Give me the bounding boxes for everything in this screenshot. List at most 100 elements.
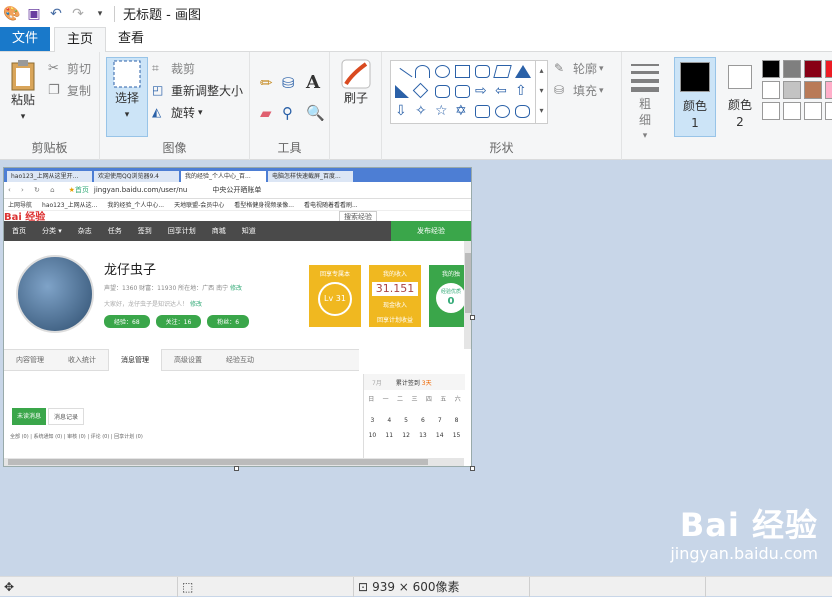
content-tab[interactable]: 高级设置 — [162, 349, 214, 371]
palette-color-swatch[interactable] — [783, 81, 801, 99]
site-nav-item[interactable]: 任务 — [100, 226, 130, 236]
palette-color-swatch[interactable] — [762, 60, 780, 78]
undo-icon[interactable]: ↶ — [46, 4, 66, 24]
right-triangle-shape-icon[interactable] — [395, 85, 409, 98]
six-point-star-icon[interactable]: ✡ — [455, 104, 470, 118]
publish-button[interactable]: 发布经验 — [391, 221, 471, 241]
diamond-shape-icon[interactable] — [412, 82, 429, 99]
color1-button[interactable]: 颜色 1 — [674, 57, 716, 137]
resize-handle-corner[interactable] — [470, 466, 475, 471]
palette-color-swatch[interactable] — [783, 60, 801, 78]
left-arrow-shape-icon[interactable]: ⇦ — [495, 84, 510, 98]
site-nav-item[interactable]: 签到 — [130, 226, 160, 236]
profile-pill[interactable]: 粉丝：6 — [207, 315, 250, 328]
site-nav-item[interactable]: 分类 ▾ — [34, 226, 70, 236]
five-point-star-icon[interactable]: ☆ — [435, 104, 450, 118]
pentagon-shape-icon[interactable] — [435, 85, 450, 98]
palette-color-swatch[interactable] — [804, 60, 822, 78]
up-arrow-shape-icon[interactable]: ⇧ — [515, 84, 530, 98]
browser-scrollbar[interactable] — [464, 241, 471, 349]
palette-color-swatch[interactable] — [762, 102, 780, 120]
rectangle-shape-icon[interactable] — [455, 65, 470, 78]
avatar[interactable] — [16, 255, 94, 333]
hexagon-shape-icon[interactable] — [455, 85, 470, 98]
shapes-gallery[interactable]: ⇨ ⇦ ⇧ ⇩ ✧ ☆ ✡ ▴ ▾ ▾ — [390, 60, 548, 124]
unread-messages-tab[interactable]: 未读消息 — [12, 408, 47, 425]
scroll-thumb[interactable] — [8, 459, 428, 465]
quick-access-dropdown-icon[interactable]: ▾ — [90, 4, 110, 24]
eraser-icon[interactable]: ▰ — [260, 104, 272, 122]
bookmark-item[interactable]: hao123_上网从这... — [42, 200, 97, 209]
palette-color-swatch[interactable] — [825, 81, 832, 99]
browser-url[interactable]: jingyan.baidu.com/user/nu — [94, 186, 187, 194]
bookmark-item[interactable]: 我的经验_个人中心... — [107, 200, 164, 209]
browser-nav-icons[interactable]: ‹ › ↻ ⌂ — [8, 186, 59, 194]
site-nav-item[interactable]: 杂志 — [70, 226, 100, 236]
cloud-callout-shape-icon[interactable] — [515, 105, 530, 118]
resize-handle-right[interactable] — [470, 315, 475, 320]
resize-button[interactable]: ◰ 重新调整大小 — [152, 82, 243, 99]
palette-color-swatch[interactable] — [804, 102, 822, 120]
fill-button[interactable]: ⛁ 填充 ▾ — [554, 82, 604, 99]
size-button[interactable]: 粗细 ▾ — [626, 60, 664, 145]
resize-handle-bottom[interactable] — [234, 466, 239, 471]
color2-button[interactable]: 颜色 2 — [720, 57, 760, 137]
rounded-rectangle-shape-icon[interactable] — [475, 65, 490, 78]
level-card[interactable]: 回享专属本 Lv 31 — [309, 265, 361, 327]
palette-color-swatch[interactable] — [783, 102, 801, 120]
site-nav-item[interactable]: 回享计划 — [160, 226, 204, 236]
site-nav-item[interactable]: 首页 — [4, 226, 34, 236]
palette-color-swatch[interactable] — [825, 102, 832, 120]
content-tab[interactable]: 收入统计 — [56, 349, 108, 371]
palette-color-swatch[interactable] — [804, 81, 822, 99]
color-picker-icon[interactable]: ⚲ — [282, 104, 293, 122]
brushes-button[interactable]: 刷子 — [336, 58, 376, 107]
fill-bucket-icon[interactable]: ⛁ — [282, 74, 295, 92]
browser-tab[interactable]: hao123_上网从这里开... — [7, 171, 92, 182]
save-icon[interactable]: ▣ — [24, 4, 44, 24]
paste-button[interactable]: 粘贴 ▾ — [4, 58, 42, 136]
palette-color-swatch[interactable] — [825, 60, 832, 78]
message-filter[interactable]: 全部 (0) | 系统通知 (0) | 审核 (0) | 评论 (0) | 回享… — [10, 433, 143, 440]
oval-callout-shape-icon[interactable] — [495, 105, 510, 118]
text-tool-icon[interactable]: A — [306, 72, 320, 93]
tab-file[interactable]: 文件 — [0, 27, 50, 51]
rect-callout-shape-icon[interactable] — [475, 105, 490, 118]
browser-tab[interactable]: 欢迎使用QQ浏览器9.4 — [94, 171, 179, 182]
shapes-scroll[interactable]: ▴ ▾ ▾ — [535, 61, 547, 123]
tab-home[interactable]: 主页 — [54, 27, 107, 53]
cut-button[interactable]: ✂ 剪切 — [48, 60, 91, 77]
curve-shape-icon[interactable] — [415, 65, 430, 78]
rotate-button[interactable]: ◭ 旋转 ▾ — [152, 104, 203, 121]
bookmark-item[interactable]: 天地联盟-会员中心 — [174, 200, 224, 209]
content-tab[interactable]: 消息管理 — [108, 349, 162, 371]
down-arrow-shape-icon[interactable]: ⇩ — [395, 104, 410, 118]
copy-button[interactable]: ❐ 复制 — [48, 82, 91, 99]
profile-pill[interactable]: 关注：16 — [155, 315, 202, 328]
content-tab[interactable]: 经验互动 — [214, 349, 266, 371]
magnifier-icon[interactable]: 🔍 — [306, 104, 325, 122]
redo-icon[interactable]: ↷ — [68, 4, 88, 24]
bookmark-item[interactable]: 看型格健身视频录像... — [234, 200, 294, 209]
outline-button[interactable]: ✎ 轮廓 ▾ — [554, 60, 604, 77]
palette-color-swatch[interactable] — [762, 81, 780, 99]
horizontal-scrollbar[interactable] — [4, 458, 464, 466]
income-card[interactable]: 我的收入 31.151 现金收入 回享计划收益 — [369, 265, 421, 327]
four-point-star-icon[interactable]: ✧ — [415, 104, 430, 118]
browser-tab[interactable]: 我的经验_个人中心_百... — [181, 171, 266, 182]
edit-location-link[interactable]: 修改 — [230, 285, 242, 292]
canvas-area[interactable]: hao123_上网从这里开... 欢迎使用QQ浏览器9.4 我的经验_个人中心_… — [0, 160, 832, 576]
bookmark-item[interactable]: 看电视随着看看刷... — [304, 200, 358, 209]
edit-motto-link[interactable]: 修改 — [190, 301, 202, 308]
site-nav-item[interactable]: 商城 — [204, 226, 234, 236]
paint-app-icon[interactable]: 🎨 — [2, 4, 22, 24]
tab-view[interactable]: 查看 — [106, 27, 156, 51]
message-history-tab[interactable]: 消息记录 — [48, 408, 85, 425]
triangle-shape-icon[interactable] — [515, 65, 531, 78]
profile-pill[interactable]: 经验：68 — [104, 315, 150, 328]
site-nav-item[interactable]: 知道 — [234, 226, 264, 236]
right-arrow-shape-icon[interactable]: ⇨ — [475, 84, 490, 98]
select-button[interactable]: 选择 ▾ — [106, 57, 148, 137]
polygon-shape-icon[interactable] — [493, 65, 512, 78]
oval-shape-icon[interactable] — [435, 65, 450, 78]
